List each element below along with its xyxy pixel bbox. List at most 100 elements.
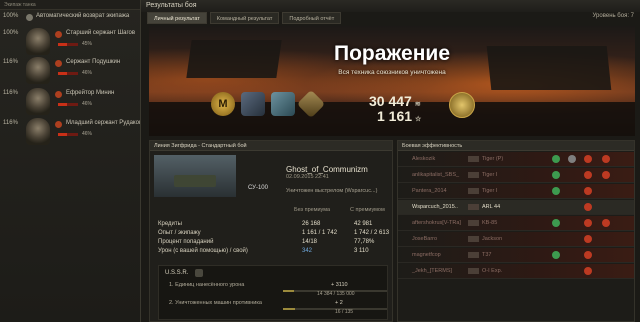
tank-icon — [468, 252, 479, 258]
efficiency-row[interactable]: Wsparcuch_2015.. ARL 44 — [398, 200, 634, 215]
enemy-player: magnetfcop — [412, 252, 441, 258]
efficiency-row[interactable]: aftershokrus[V-TRa] KB-85 — [398, 216, 634, 231]
crew-percent: 100% — [3, 13, 19, 19]
mission-task-2-value: + 2 — [335, 300, 343, 306]
stat-premium-value: 77,78% — [354, 239, 375, 245]
efficiency-row[interactable]: magnetfcop T37 — [398, 248, 634, 263]
efficiency-row[interactable]: _Jekh_[TERMS] О-I Exp. — [398, 264, 634, 279]
crew-name: Сержант Подушкин — [66, 59, 121, 65]
damage-icon — [584, 171, 592, 179]
stat-value: 1 161 / 1 742 — [302, 230, 338, 236]
crew-name: Старший сержант Шагов — [66, 30, 136, 36]
rank-emblem-icon — [449, 92, 475, 118]
stat-premium-value: 42 981 — [354, 221, 373, 227]
skill-progress — [58, 133, 78, 136]
tank-image — [154, 155, 236, 197]
player-name: Ghost_of_Communizm — [286, 165, 368, 174]
skill-progress — [58, 72, 78, 75]
kill-icon — [602, 171, 610, 179]
column-premium: С премиумом — [350, 207, 385, 213]
mission-task-1-progress: 14 384 / 135 000 — [317, 291, 355, 297]
enemy-tank: KB-85 — [482, 220, 498, 226]
efficiency-row[interactable]: anlikapitalist_SBS_ Tiger I — [398, 168, 634, 183]
efficiency-title: Боевая эффективность — [398, 141, 634, 151]
enemy-player: Wsparcuch_2015.. — [412, 204, 458, 210]
tank-icon — [468, 156, 479, 162]
medal-shield-icon[interactable] — [271, 92, 295, 116]
xp-value: 1 161 — [377, 108, 413, 124]
battle-level: Уровень боя: 7 — [592, 13, 634, 19]
window-title: Результаты боя — [141, 0, 640, 12]
spotted-icon — [552, 155, 560, 163]
tab-team[interactable]: Командный результат — [209, 12, 280, 24]
crew-member[interactable]: 100% Автоматический возврат экипажа — [0, 11, 140, 25]
mission-task-1: 1. Единиц нанесённого урона — [169, 282, 245, 288]
crew-header: Экипаж танка — [0, 0, 140, 10]
critical-icon — [568, 155, 576, 163]
crew-panel: Экипаж танка 100% Автоматический возврат… — [0, 0, 145, 322]
skill-icon — [55, 91, 62, 98]
skill-progress — [58, 43, 78, 46]
damage-icon — [584, 235, 592, 243]
crew-member[interactable]: 116% Младший сержант Рудаковс 46% — [0, 118, 145, 146]
kill-icon — [602, 219, 610, 227]
battle-date: 02.09.2015 22:41 — [286, 174, 329, 180]
enemy-tank: Tiger I — [482, 172, 498, 178]
medal-hammer-icon[interactable] — [241, 92, 265, 116]
enemy-player: aftershokrus[V-TRa] — [412, 220, 461, 226]
crew-name: Ефрейтор Минин — [66, 90, 115, 96]
enemy-player: Pantera_2014 — [412, 188, 447, 194]
tank-icon — [468, 204, 479, 210]
tank-icon — [468, 188, 479, 194]
skill-progress — [58, 103, 78, 106]
tank-name: СУ-100 — [248, 185, 268, 191]
map-title: Линия Зигфрида - Стандартный бой — [150, 141, 392, 151]
enemy-tank: Tiger I — [482, 188, 498, 194]
skill-percent: 46% — [82, 70, 93, 76]
enemy-tank: Jackson — [482, 236, 503, 242]
damage-icon — [584, 267, 592, 275]
medal-m-icon[interactable]: M — [211, 92, 235, 116]
tab-detailed[interactable]: Подробный отчёт — [282, 12, 342, 24]
auto-return-icon — [26, 14, 33, 21]
crew-avatar — [26, 88, 50, 115]
tab-bar: Личный результат Командный результат Под… — [147, 12, 342, 24]
enemy-tank: ARL 44 — [482, 204, 501, 210]
spotted-icon — [552, 251, 560, 259]
credits-value: 30 447 — [369, 93, 412, 109]
efficiency-row[interactable]: Pantera_2014 Tiger I — [398, 184, 634, 199]
efficiency-row[interactable]: JoseBarro Jackson — [398, 232, 634, 247]
result-title: Поражение — [334, 42, 450, 65]
tank-icon — [468, 268, 479, 274]
stat-label: Урон (с вашей помощью) / свой) — [158, 248, 248, 254]
nation-toggle-icon[interactable] — [195, 269, 203, 277]
damage-icon — [584, 219, 592, 227]
personal-results-panel: Линия Зигфрида - Стандартный бой СУ-100 … — [149, 140, 393, 322]
crew-member[interactable]: 100% Старший сержант Шагов 45% — [0, 28, 140, 56]
credits-icon: ≋ — [414, 101, 421, 108]
battle-efficiency-panel: Боевая эффективность Aleskozik Tiger (P)… — [397, 140, 635, 322]
tank-hull — [174, 175, 216, 187]
tab-personal[interactable]: Личный результат — [147, 12, 207, 24]
spotted-icon — [552, 187, 560, 195]
damage-icon — [584, 155, 592, 163]
crew-member[interactable]: 116% Ефрейтор Минин 46% — [0, 88, 140, 116]
enemy-player: JoseBarro — [412, 236, 438, 242]
skill-icon — [55, 121, 62, 128]
credits-earned: 30 447 ≋ — [369, 93, 421, 109]
stat-label: Кредиты — [158, 221, 182, 227]
mission-task-1-value: + 3110 — [331, 282, 348, 288]
enemy-player: Aleskozik — [412, 156, 436, 162]
kill-icon — [602, 155, 610, 163]
crew-name: Младший сержант Рудаковс — [66, 120, 146, 126]
enemy-tank: T37 — [482, 252, 492, 258]
personal-missions: U.S.S.R. 1. Единиц нанесённого урона + 3… — [158, 265, 388, 320]
damage-icon — [584, 203, 592, 211]
skill-icon — [55, 60, 62, 67]
crew-member[interactable]: 116% Сержант Подушкин 46% — [0, 57, 140, 85]
efficiency-row[interactable]: Aleskozik Tiger (P) — [398, 152, 634, 167]
xp-star-icon: ☆ — [415, 116, 422, 123]
stat-value: 14/18 — [302, 239, 318, 245]
result-subtitle: Вся техника союзников уничтожена — [338, 69, 446, 76]
mission-task-2: 2. Уничтоженных машин противника — [169, 300, 262, 306]
